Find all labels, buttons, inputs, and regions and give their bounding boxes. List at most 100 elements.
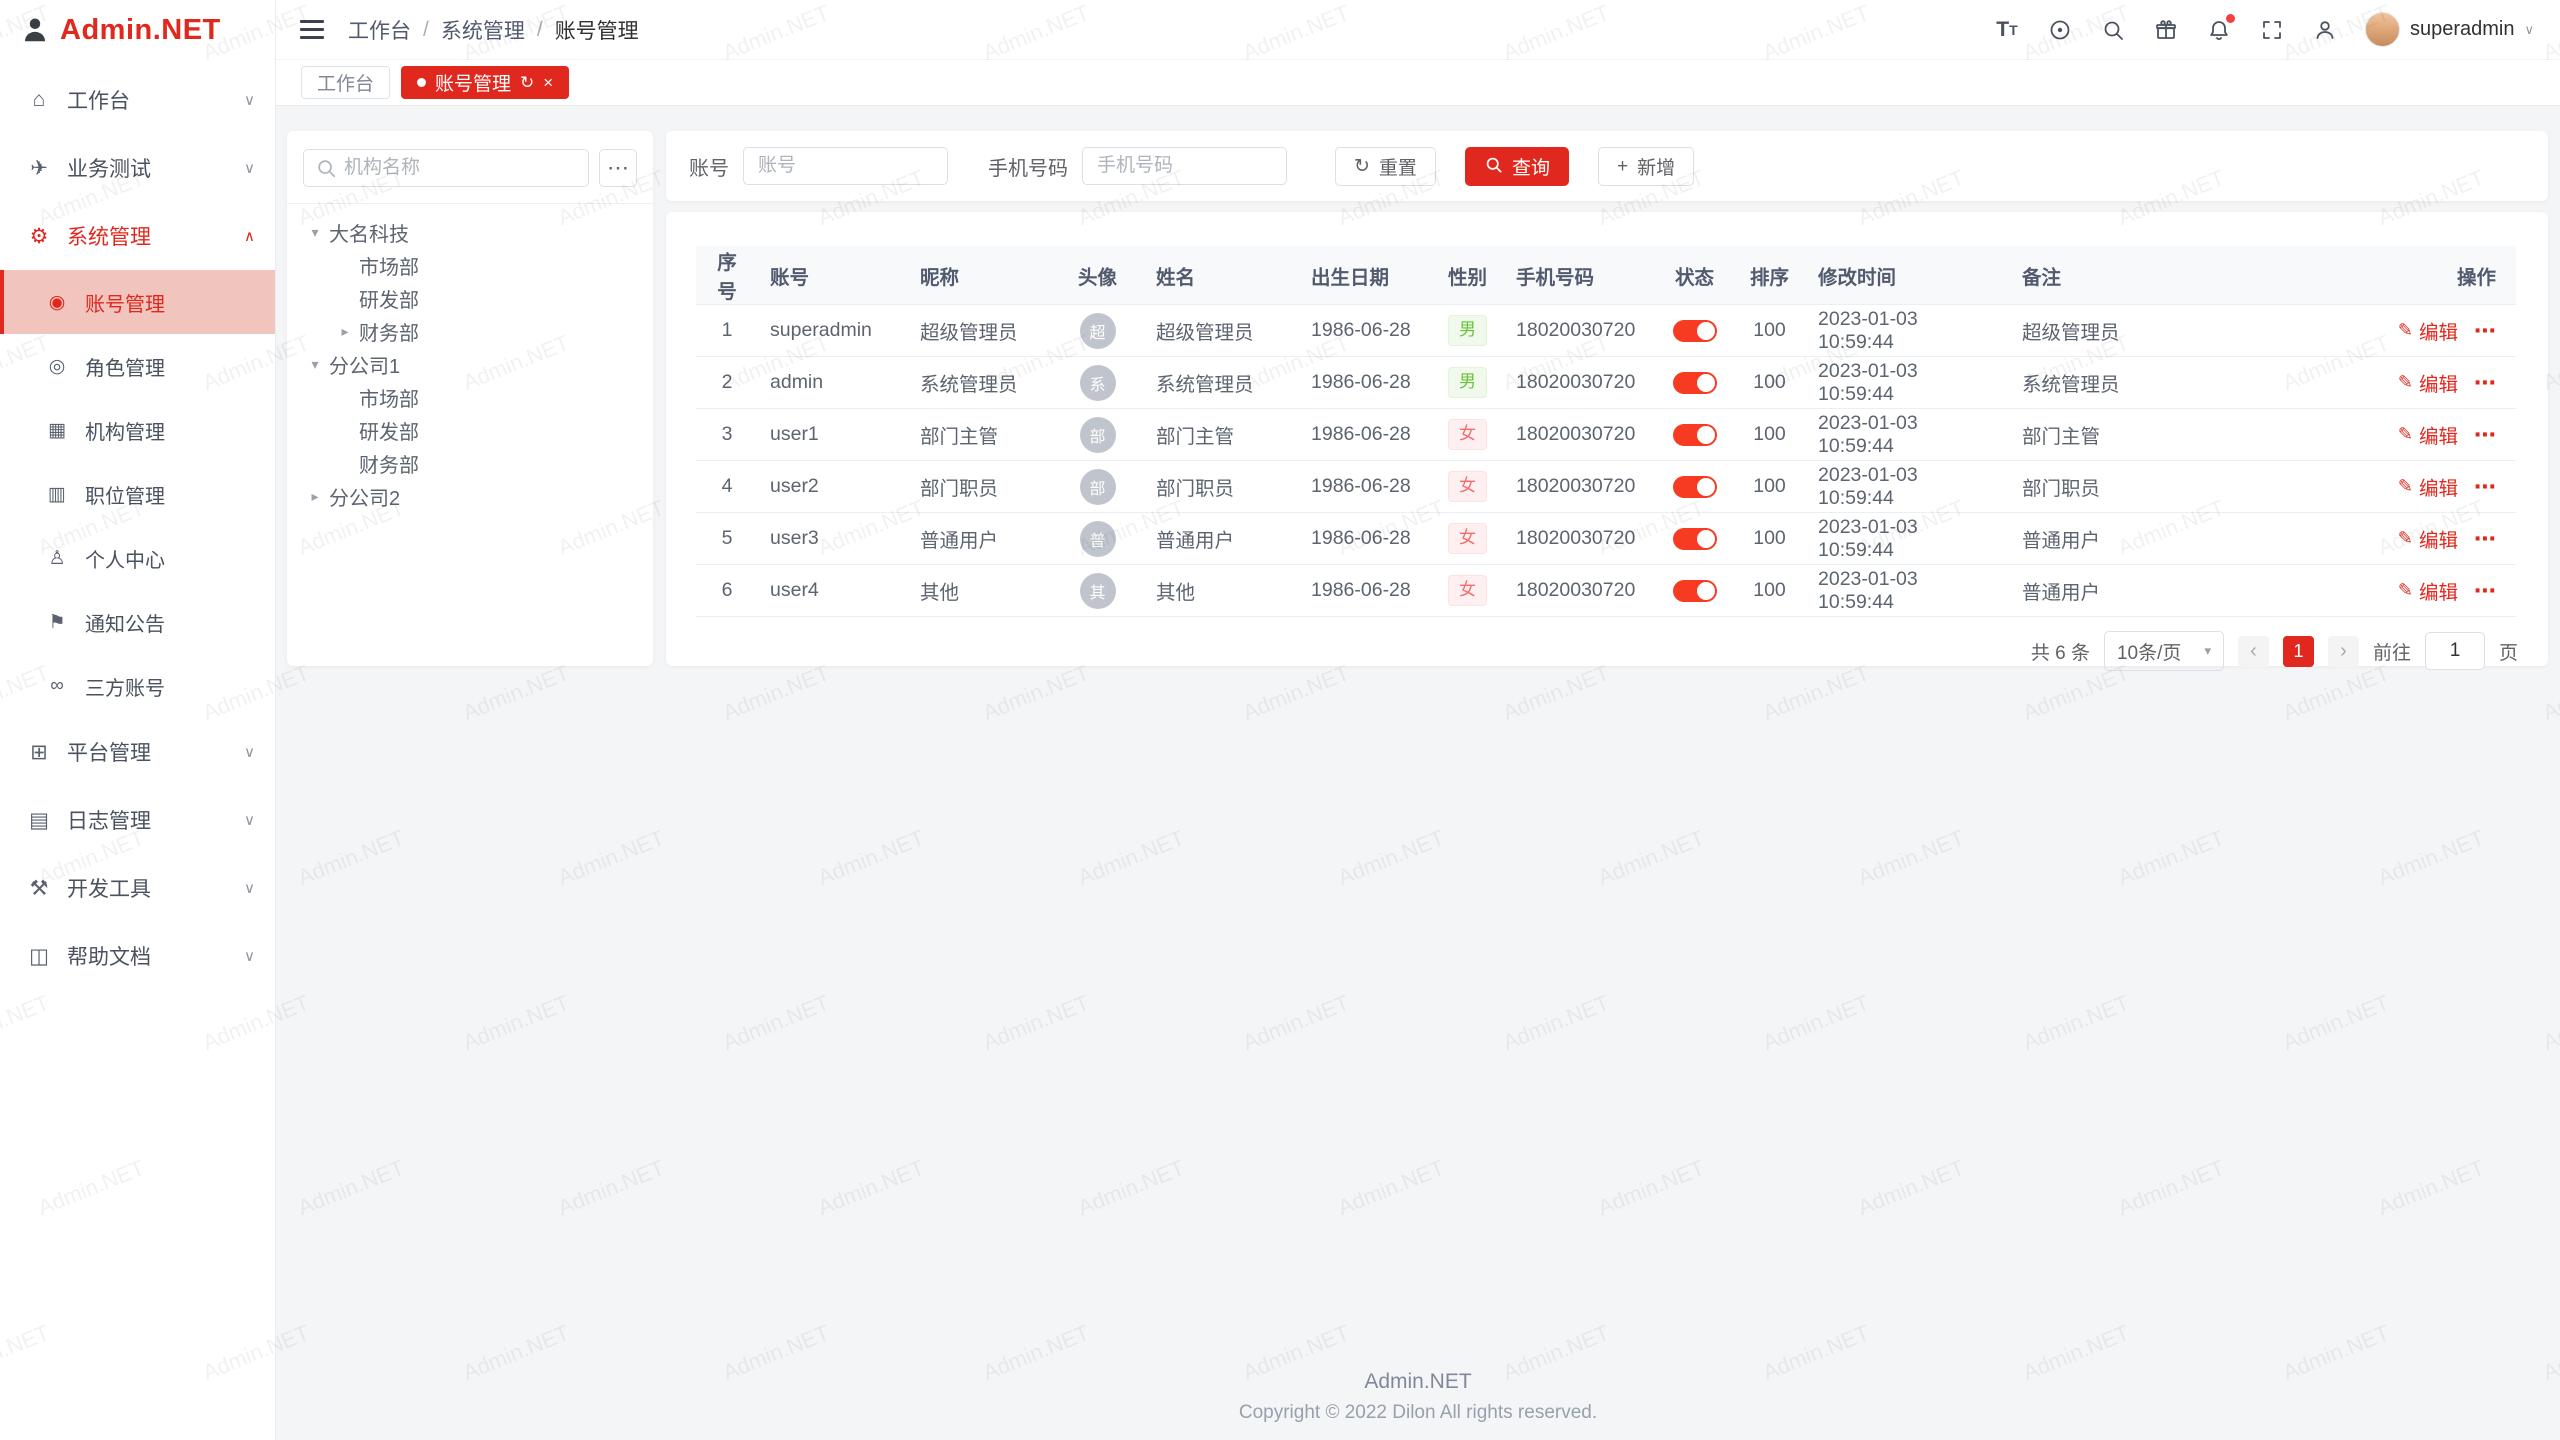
logo[interactable]: Admin.NET [0, 0, 275, 60]
account-input[interactable] [743, 147, 948, 185]
table-cell: admin [758, 357, 908, 409]
font-size-icon[interactable]: TT [1994, 17, 2020, 43]
sidebar-item-role-management[interactable]: ◎ 角色管理 [0, 334, 275, 398]
col-header: 序号 [696, 246, 758, 305]
col-header: 账号 [758, 246, 908, 305]
page-size-select[interactable]: 10条/页 ▾ [2104, 631, 2224, 671]
table-cell: 部门职员 [908, 461, 1051, 513]
profile-icon[interactable] [2312, 17, 2338, 43]
breadcrumb-item-system-management[interactable]: 系统管理 [441, 15, 525, 45]
status-toggle[interactable] [1673, 476, 1717, 498]
edit-button[interactable]: ✎编辑 [2398, 420, 2458, 449]
status-toggle[interactable] [1673, 320, 1717, 342]
tree-node-rnd[interactable]: 研发部 [303, 414, 637, 447]
sidebar-item-position-management[interactable]: ▥ 职位管理 [0, 462, 275, 526]
caret-down-icon[interactable]: ▾ [303, 356, 327, 373]
status-toggle[interactable] [1673, 528, 1717, 550]
edit-button[interactable]: ✎编辑 [2398, 524, 2458, 553]
table-cell: user4 [758, 565, 908, 617]
row-more-button[interactable]: ⋯ [2474, 474, 2496, 499]
log-icon: ▤ [26, 808, 52, 833]
search-icon[interactable] [2100, 17, 2126, 43]
table-cell: 普通用户 [1144, 513, 1299, 565]
notification-bell-icon[interactable] [2206, 17, 2232, 43]
caret-down-icon[interactable]: ▾ [303, 224, 327, 241]
phone-input[interactable] [1082, 147, 1287, 185]
tree-node-finance[interactable]: 财务部 [303, 447, 637, 480]
table-cell: 其他 [1144, 565, 1299, 617]
status-toggle[interactable] [1673, 424, 1717, 446]
org-search-input[interactable] [303, 149, 589, 187]
sidebar-item-log-management[interactable]: ▤ 日志管理 ∨ [0, 786, 275, 854]
sidebar-item-platform-management[interactable]: ⊞ 平台管理 ∨ [0, 718, 275, 786]
next-page-button[interactable]: › [2328, 636, 2359, 667]
gender-badge: 男 [1448, 367, 1487, 397]
avatar: 普 [1080, 521, 1116, 557]
tab-account-management[interactable]: 账号管理 ↻ × [401, 66, 569, 99]
table-cell: 100 [1733, 565, 1806, 617]
fullscreen-icon[interactable] [2259, 17, 2285, 43]
caret-right-icon[interactable]: ▸ [333, 323, 357, 340]
search-button[interactable]: 查询 [1465, 147, 1569, 186]
sidebar-item-org-management[interactable]: ▦ 机构管理 [0, 398, 275, 462]
accounts-table: 序号 账号 昵称 头像 姓名 出生日期 性别 手机号码 状态 排序 修改时间 [696, 246, 2516, 617]
edit-button[interactable]: ✎编辑 [2398, 472, 2458, 501]
edit-icon: ✎ [2398, 580, 2413, 601]
sidebar-item-third-party-account[interactable]: ∞ 三方账号 [0, 654, 275, 718]
row-more-button[interactable]: ⋯ [2474, 578, 2496, 603]
row-more-button[interactable]: ⋯ [2474, 318, 2496, 343]
edit-button[interactable]: ✎编辑 [2398, 316, 2458, 345]
sidebar-item-label: 开发工具 [67, 873, 151, 903]
sidebar-item-help-docs[interactable]: ◫ 帮助文档 ∨ [0, 922, 275, 990]
sidebar-item-notice[interactable]: ⚑ 通知公告 [0, 590, 275, 654]
col-header: 修改时间 [1806, 246, 2010, 305]
logo-text: Admin.NET [60, 14, 221, 47]
tree-node-marketing[interactable]: 市场部 [303, 381, 637, 414]
table-cell: 3 [696, 409, 758, 461]
edit-button[interactable]: ✎编辑 [2398, 576, 2458, 605]
sidebar-group-system-management[interactable]: ⚙ 系统管理 ∧ [0, 202, 275, 270]
status-toggle[interactable] [1673, 372, 1717, 394]
locale-icon[interactable] [2047, 17, 2073, 43]
tab-workbench[interactable]: 工作台 [301, 66, 390, 99]
tree-node-rnd[interactable]: 研发部 [303, 282, 637, 315]
tree-node-daming-tech[interactable]: ▾大名科技 [303, 216, 637, 249]
gender-badge: 女 [1448, 419, 1487, 449]
topbar: 工作台 / 系统管理 / 账号管理 TT [276, 0, 2560, 60]
tree-node-marketing[interactable]: 市场部 [303, 249, 637, 282]
tree-node-finance[interactable]: ▸财务部 [303, 315, 637, 348]
org-more-button[interactable]: ⋯ [599, 149, 637, 187]
edit-button[interactable]: ✎编辑 [2398, 368, 2458, 397]
tabs-bar: 工作台 账号管理 ↻ × [276, 60, 2560, 106]
tree-node-branch2[interactable]: ▸分公司2 [303, 480, 637, 513]
sidebar-item-dev-tools[interactable]: ⚒ 开发工具 ∨ [0, 854, 275, 922]
row-more-button[interactable]: ⋯ [2474, 370, 2496, 395]
tab-refresh-icon[interactable]: ↻ [520, 73, 534, 93]
tab-close-icon[interactable]: × [543, 73, 553, 93]
total-count: 共 6 条 [2031, 638, 2090, 665]
goto-page-input[interactable] [2425, 632, 2485, 670]
sidebar-item-personal-center[interactable]: ♙ 个人中心 [0, 526, 275, 590]
test-icon: ✈ [26, 156, 52, 181]
user-menu[interactable]: superadmin ∨ [2365, 12, 2534, 47]
table-header-row: 序号 账号 昵称 头像 姓名 出生日期 性别 手机号码 状态 排序 修改时间 [696, 246, 2516, 305]
chevron-down-icon: ∨ [244, 947, 255, 965]
sidebar-item-account-management[interactable]: ◉ 账号管理 [0, 270, 275, 334]
add-button[interactable]: + 新增 [1598, 147, 1694, 186]
sidebar-item-workbench[interactable]: ⌂ 工作台 ∨ [0, 66, 275, 134]
sidebar-item-business-test[interactable]: ✈ 业务测试 ∨ [0, 134, 275, 202]
row-more-button[interactable]: ⋯ [2474, 526, 2496, 551]
prev-page-button[interactable]: ‹ [2238, 636, 2269, 667]
menu-toggle-icon[interactable] [300, 28, 324, 31]
reset-button[interactable]: ↻ 重置 [1335, 147, 1436, 186]
theme-icon[interactable] [2153, 17, 2179, 43]
breadcrumb-item-workbench[interactable]: 工作台 [348, 15, 411, 45]
page-1-button[interactable]: 1 [2283, 636, 2314, 667]
status-toggle[interactable] [1673, 580, 1717, 602]
topbar-actions: TT [1994, 12, 2534, 47]
col-header: 性别 [1431, 246, 1504, 305]
row-more-button[interactable]: ⋯ [2474, 422, 2496, 447]
tree-node-branch1[interactable]: ▾分公司1 [303, 348, 637, 381]
caret-right-icon[interactable]: ▸ [303, 488, 327, 505]
table-cell: 100 [1733, 513, 1806, 565]
